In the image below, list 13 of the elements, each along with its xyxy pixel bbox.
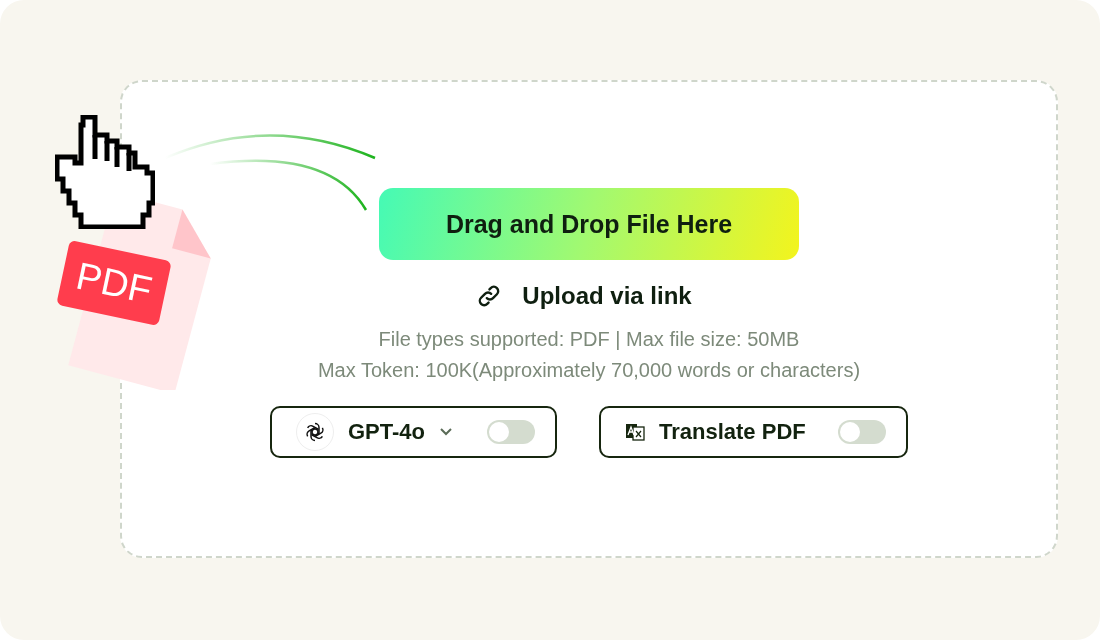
chevron-down-icon [439,427,453,437]
toggle-switch[interactable] [487,420,535,444]
model-label: GPT-4o [348,419,425,445]
option-control[interactable]: GPT-4o [270,406,557,458]
option-control[interactable]: Translate PDF [599,406,908,458]
upload-link[interactable]: Upload via link [476,282,692,310]
info-text: Max Token: 100K(Approximately 70,000 words or characters) [317,359,861,382]
drag-drop-button[interactable]: Drag and Drop File Here [379,188,799,260]
info-text: File types supported: PDF | Max file size: 50MB [377,328,801,351]
option-label: Translate PDF [659,419,806,445]
pointer-hand-icon [55,115,155,229]
toggle-switch[interactable] [838,420,886,444]
translate-icon [625,422,645,442]
